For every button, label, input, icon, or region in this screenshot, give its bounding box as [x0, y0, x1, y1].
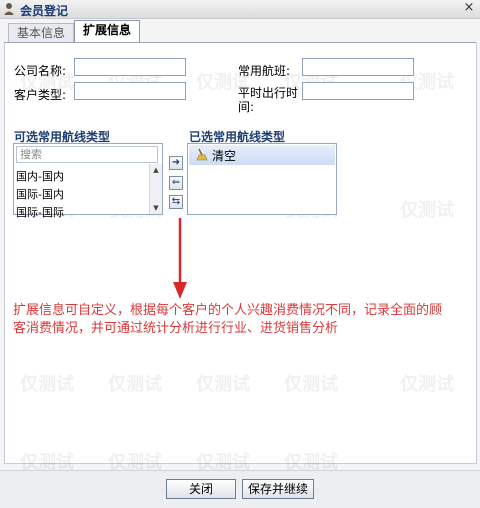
- frequent-flight-input[interactable]: [302, 58, 414, 76]
- list-item[interactable]: 国际-国际: [16, 204, 64, 220]
- selected-routes-list[interactable]: 清空: [187, 143, 337, 215]
- save-and-continue-button[interactable]: 保存并继续: [242, 479, 314, 499]
- member-registration-window: 会员登记 × 基本信息 扩展信息 仅测试 仅测试 仅测试 仅测试 仅测试 仅测试…: [0, 0, 480, 508]
- watermark: 仅测试: [284, 374, 338, 395]
- available-routes-list[interactable]: 搜索 国内-国内 国际-国内 国际-国际 ▲ ▼: [13, 143, 163, 219]
- button-bar: 关闭 保存并继续: [0, 470, 480, 508]
- watermark: 仅测试: [196, 374, 250, 395]
- tab-basic-info[interactable]: 基本信息: [8, 23, 75, 42]
- scroll-up-icon[interactable]: ▲: [151, 165, 161, 175]
- customer-type-input[interactable]: [74, 82, 186, 100]
- tab-extended-info[interactable]: 扩展信息: [74, 20, 141, 42]
- tab-bar: 基本信息 扩展信息: [4, 20, 476, 43]
- title-bar: 会员登记 ×: [0, 0, 480, 19]
- list-item[interactable]: 国内-国内: [16, 168, 64, 184]
- route-search-input[interactable]: 搜索: [16, 146, 158, 163]
- clear-item[interactable]: 清空: [212, 147, 236, 164]
- travel-time-label-line2: 间:: [238, 100, 255, 114]
- close-icon[interactable]: ×: [462, 1, 476, 15]
- watermark: 仅测试: [20, 374, 74, 395]
- watermark: 仅测试: [400, 374, 454, 395]
- broom-icon: [196, 148, 208, 161]
- list-scrollbar[interactable]: ▲ ▼: [149, 164, 162, 214]
- scroll-down-icon[interactable]: ▼: [151, 203, 161, 213]
- move-left-icon[interactable]: ⇐: [169, 176, 183, 190]
- frequent-flight-label: 常用航班:: [238, 64, 291, 78]
- company-name-input[interactable]: [74, 58, 186, 76]
- watermark: 仅测试: [108, 374, 162, 395]
- arrow-down-icon: [173, 218, 187, 299]
- move-right-icon[interactable]: ➜: [169, 156, 183, 170]
- swap-icon[interactable]: ⇆: [169, 195, 183, 209]
- window-title: 会员登记: [20, 4, 69, 18]
- annotation-note: 扩展信息可自定义，根据每个客户的个人兴趣消费情况不同，记录全面的顾客消费情况，并…: [13, 303, 443, 336]
- close-button[interactable]: 关闭: [166, 479, 236, 499]
- clear-row[interactable]: [189, 145, 335, 165]
- watermark: 仅测试: [400, 200, 454, 221]
- company-name-label: 公司名称:: [14, 64, 67, 78]
- travel-time-input[interactable]: [302, 82, 414, 100]
- customer-type-label: 客户类型:: [14, 88, 67, 102]
- app-icon: [4, 3, 14, 15]
- list-item[interactable]: 国际-国内: [16, 186, 64, 202]
